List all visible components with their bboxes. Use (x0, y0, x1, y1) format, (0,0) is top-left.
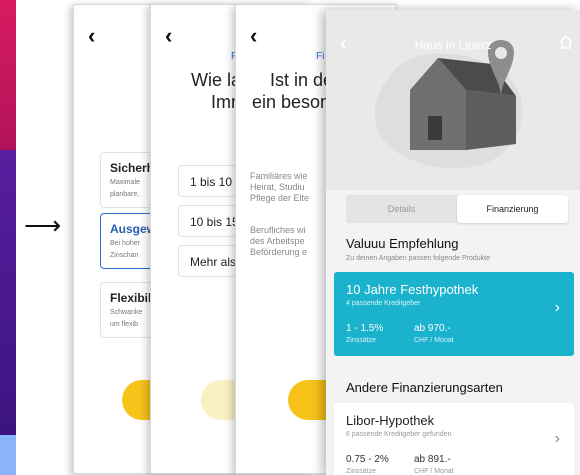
product-subtitle: 6 passende Kreditgeber gefunden (346, 431, 452, 438)
back-button[interactable]: ‹ (165, 25, 172, 47)
back-button[interactable]: ‹ (250, 25, 257, 47)
previous-screen-edge (0, 150, 16, 435)
recommendation-heading: Valuuu Empfehlung (346, 236, 459, 251)
monthly-price: ab 891.- (414, 454, 451, 465)
breadcrumb: Fi (316, 51, 325, 62)
chevron-right-icon: › (554, 299, 560, 316)
screen-financing: ‹ Haus in Liperz Details Finanzierung Va… (326, 10, 580, 475)
home-icon[interactable] (558, 34, 574, 55)
interest-rate-label: Zinssätze (346, 468, 376, 475)
page-title: Haus in Liperz (414, 38, 492, 52)
recommended-product-card[interactable]: 10 Jahre Festhypothek 4 passende Kreditg… (334, 272, 574, 356)
hero-header: ‹ Haus in Liperz (326, 10, 580, 190)
chevron-right-icon: › (554, 430, 560, 447)
back-button[interactable]: ‹ (88, 25, 95, 47)
product-title: 10 Jahre Festhypothek (346, 282, 479, 297)
previous-screen-edge (0, 435, 16, 475)
interest-rate: 1 - 1.5% (346, 323, 384, 334)
previous-screen-edge (0, 0, 16, 150)
product-subtitle: 4 passende Kreditgeber (346, 300, 421, 307)
tab-details[interactable]: Details (346, 195, 457, 223)
libor-product-card[interactable]: Libor-Hypothek 6 passende Kreditgeber ge… (334, 403, 574, 475)
monthly-price-label: CHF / Monat (414, 337, 454, 344)
interest-rate-label: Zinssätze (346, 337, 376, 344)
tab-bar: Details Finanzierung (346, 195, 568, 223)
monthly-price: ab 970.- (414, 323, 451, 334)
tab-financing[interactable]: Finanzierung (457, 195, 568, 223)
monthly-price-label: CHF / Monat (414, 468, 454, 475)
house-location-illustration (374, 40, 523, 169)
product-title: Libor-Hypothek (346, 413, 435, 428)
recommendation-subtitle: Zu deinen Angaben passen folgende Produk… (346, 255, 491, 262)
interest-rate: 0.75 - 2% (346, 454, 389, 465)
other-financing-heading: Andere Finanzierungsarten (346, 380, 503, 395)
right-arrow-icon: ⟶ (24, 210, 62, 240)
